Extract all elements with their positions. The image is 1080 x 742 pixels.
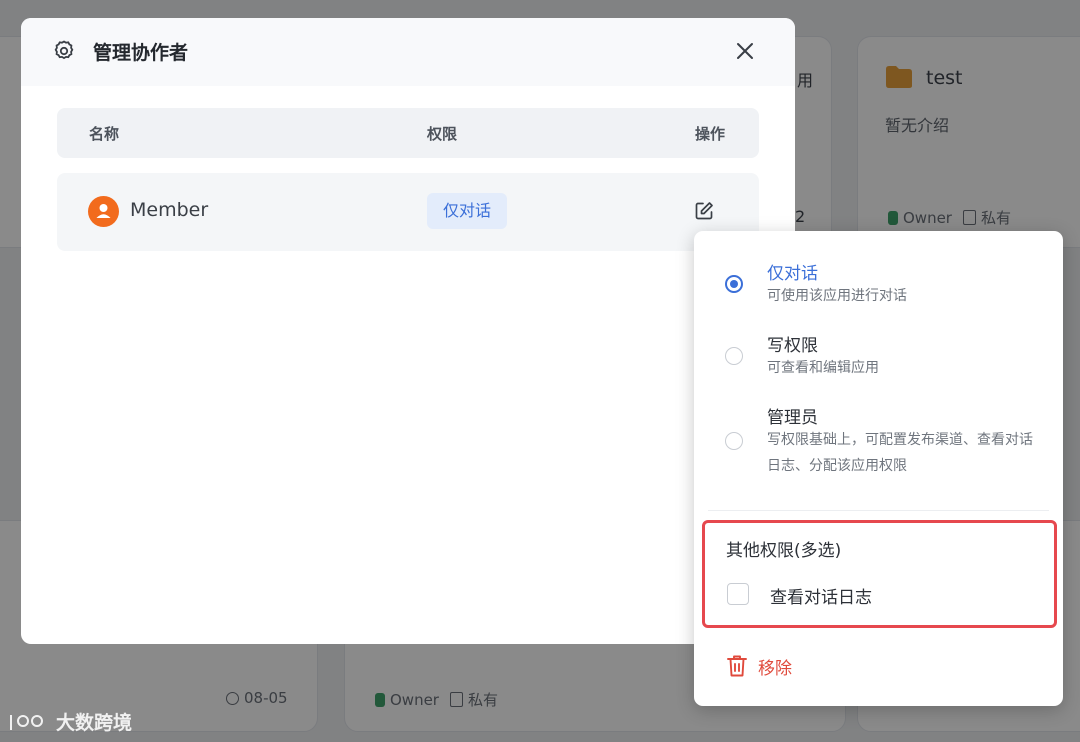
watermark-logo-icon xyxy=(10,714,43,730)
checkbox-label[interactable]: 查看对话日志 xyxy=(770,583,872,608)
watermark-text: 大数跨境 xyxy=(56,712,133,734)
option-write[interactable]: 写权限 可查看和编辑应用 xyxy=(694,331,1063,385)
manage-collaborators-modal: 管理协作者 名称 权限 操作 Member 仅对话 xyxy=(21,18,795,644)
close-icon[interactable] xyxy=(733,39,757,63)
remove-label: 移除 xyxy=(758,658,792,679)
option-chat-only[interactable]: 仅对话 可使用该应用进行对话 xyxy=(694,259,1063,313)
gear-icon xyxy=(54,40,74,60)
member-name: Member xyxy=(130,199,209,221)
user-icon xyxy=(96,204,111,218)
column-action: 操作 xyxy=(695,125,726,143)
radio-admin[interactable] xyxy=(725,432,743,450)
trash-icon xyxy=(727,655,747,677)
modal-title: 管理协作者 xyxy=(93,42,189,64)
remove-button[interactable]: 移除 xyxy=(726,654,792,679)
avatar xyxy=(88,196,119,227)
other-permissions-title: 其他权限(多选) xyxy=(726,541,842,561)
table-row: Member 仅对话 xyxy=(57,173,759,251)
modal-header: 管理协作者 xyxy=(21,18,795,86)
column-name: 名称 xyxy=(89,125,120,143)
option-desc: 写权限基础上，可配置发布渠道、查看对话日志、分配该应用权限 xyxy=(767,432,1033,474)
permission-popover: 仅对话 可使用该应用进行对话 写权限 可查看和编辑应用 管理员 写权限基础上，可… xyxy=(694,231,1063,706)
permission-tag: 仅对话 xyxy=(427,193,507,229)
option-title: 写权限 xyxy=(767,336,818,356)
divider xyxy=(708,510,1049,511)
table-header: 名称 权限 操作 xyxy=(57,108,759,158)
option-title: 管理员 xyxy=(767,408,818,428)
option-desc: 可查看和编辑应用 xyxy=(767,360,879,376)
option-desc: 可使用该应用进行对话 xyxy=(767,288,907,304)
checkbox-view-chat-logs[interactable] xyxy=(727,583,749,605)
column-permission: 权限 xyxy=(427,125,458,143)
radio-chat-only[interactable] xyxy=(725,275,743,293)
radio-write[interactable] xyxy=(725,347,743,365)
option-admin[interactable]: 管理员 写权限基础上，可配置发布渠道、查看对话日志、分配该应用权限 xyxy=(694,403,1063,483)
option-title: 仅对话 xyxy=(767,264,818,284)
edit-icon[interactable] xyxy=(693,200,715,222)
watermark: 大数跨境 xyxy=(8,708,132,735)
